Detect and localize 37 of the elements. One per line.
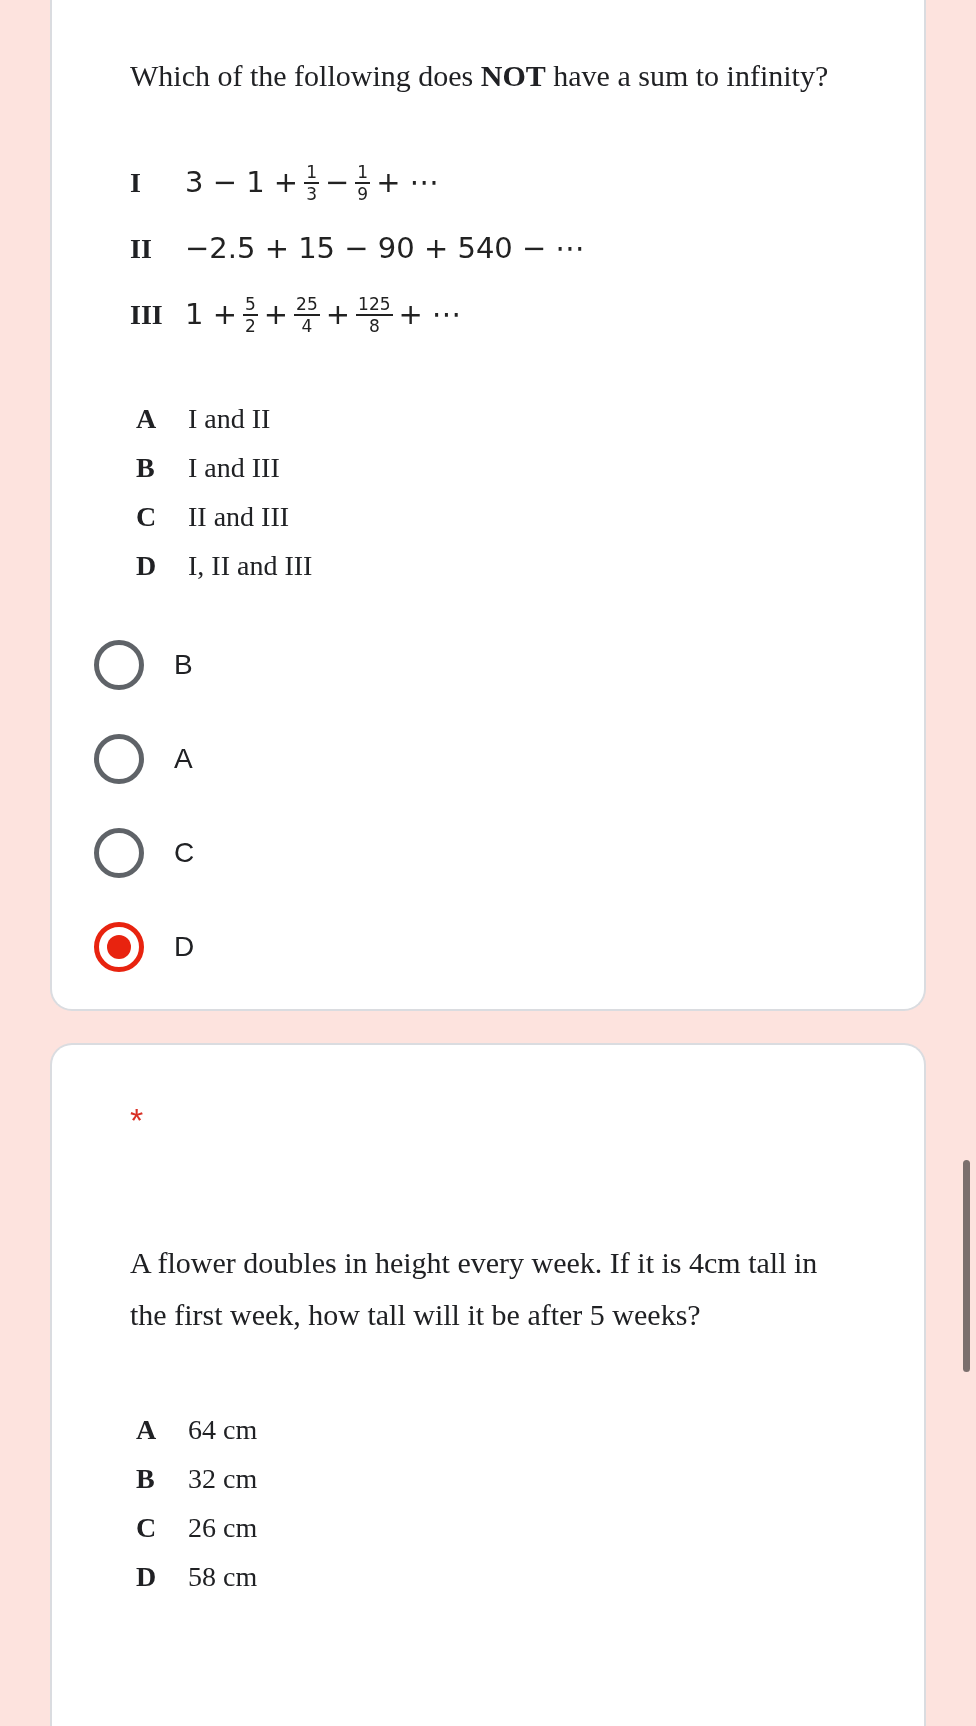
radio-option[interactable]: B bbox=[94, 641, 846, 689]
option-text: I and II bbox=[188, 402, 271, 436]
radio-button[interactable] bbox=[94, 922, 144, 972]
option-text: 32 cm bbox=[188, 1462, 258, 1496]
option-letter: B bbox=[135, 1462, 156, 1496]
option-letter: D bbox=[135, 549, 158, 583]
option-text: 58 cm bbox=[188, 1560, 258, 1594]
question-text: A flower doubles in height every week. If it is 4cm tall in the first week, how tall will it be after 5 weeks? bbox=[130, 1245, 819, 1333]
roman-numeral: I bbox=[130, 166, 142, 200]
roman-numeral: II bbox=[130, 232, 153, 266]
option-letter: A bbox=[135, 402, 158, 436]
radio-button[interactable] bbox=[94, 734, 144, 784]
option-letter: C bbox=[135, 1511, 158, 1545]
fraction: 1 3 bbox=[304, 162, 319, 204]
option-text: I and III bbox=[188, 451, 280, 485]
option-letter: C bbox=[135, 500, 158, 534]
option-letter: D bbox=[135, 1560, 158, 1594]
option-letter: A bbox=[135, 1413, 158, 1447]
required-asterisk: * bbox=[130, 1103, 145, 1137]
fraction: 125 8 bbox=[356, 294, 393, 336]
radio-option[interactable]: C bbox=[94, 829, 846, 877]
fraction: 1 9 bbox=[355, 162, 371, 204]
option-text: II and III bbox=[188, 500, 290, 534]
option-text: 64 cm bbox=[188, 1413, 258, 1447]
option-letter: B bbox=[135, 451, 156, 485]
fraction: 25 4 bbox=[294, 294, 320, 336]
math-expression: −2.5 + 15 − 90 + 540 − ⋯ bbox=[184, 230, 586, 268]
scrollbar[interactable] bbox=[963, 1160, 970, 1372]
question-text: Which of the following does NOT have a sum to infinity? bbox=[130, 58, 830, 94]
radio-button[interactable] bbox=[94, 828, 144, 878]
radio-option[interactable]: D bbox=[94, 923, 846, 971]
option-text: 26 cm bbox=[188, 1511, 258, 1545]
option-text: I, II and III bbox=[188, 549, 313, 583]
roman-numeral: III bbox=[130, 298, 164, 332]
radio-option[interactable]: A bbox=[94, 735, 846, 783]
radio-button[interactable] bbox=[94, 640, 144, 690]
fraction: 5 2 bbox=[242, 294, 258, 336]
